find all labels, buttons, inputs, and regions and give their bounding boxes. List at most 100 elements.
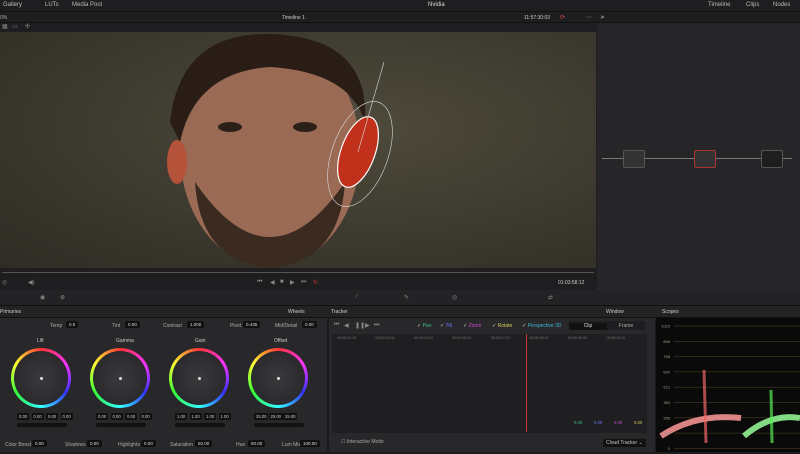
loop-icon[interactable]: ⟳: [560, 14, 565, 21]
wheel-value[interactable]: 1.00: [189, 413, 202, 420]
track-zoom-checkbox[interactable]: ✓ Zoom: [463, 323, 481, 329]
palette-toolbar: ◉ ⊕ ∕ ✎ ◎ ⇄: [0, 290, 800, 306]
track-back-start-icon[interactable]: ⏮: [334, 322, 339, 329]
pause-icon[interactable]: ❚❚: [355, 322, 365, 329]
node-1[interactable]: [623, 150, 645, 168]
tracker-graph[interactable]: [332, 334, 647, 433]
tracker-mode[interactable]: Window: [606, 309, 624, 315]
grid-icon[interactable]: ▦: [2, 23, 8, 30]
wheel-value[interactable]: 1.00: [175, 413, 188, 420]
node-3[interactable]: [761, 150, 783, 168]
ruler-timecode: 00:00:28:17: [529, 336, 549, 340]
bottom-value[interactable]: 0.00: [32, 440, 47, 447]
wheel-value[interactable]: 1.00: [204, 413, 217, 420]
track-rotate-checkbox[interactable]: ✓ Rotate: [492, 323, 512, 329]
scrubber[interactable]: [2, 272, 594, 273]
key-icon[interactable]: ⇄: [548, 294, 553, 301]
track-pan-checkbox[interactable]: ✓ Pan: [417, 323, 432, 329]
node-2[interactable]: [694, 150, 716, 168]
clips-tab[interactable]: Clips: [746, 2, 759, 8]
image-icon[interactable]: ▭: [12, 23, 18, 30]
pointer-icon[interactable]: ➤: [600, 14, 605, 21]
go-start-icon[interactable]: ⏮: [257, 279, 262, 286]
adjust-value[interactable]: 0.0: [66, 321, 79, 328]
wheel-handle[interactable]: [119, 377, 122, 380]
primaries-mode[interactable]: Wheels: [288, 309, 305, 315]
cloud-tracker-dropdown[interactable]: Cloud Tracker ⌄: [603, 439, 646, 447]
timecode-top[interactable]: 11:57:30:03: [524, 15, 550, 21]
wheel-value[interactable]: 25.00: [268, 413, 283, 420]
wheel-value[interactable]: 0.00: [17, 413, 30, 420]
wheel-value[interactable]: 0.00: [60, 413, 73, 420]
wipe-icon[interactable]: ✣: [25, 23, 30, 30]
adjust-value[interactable]: 0.00: [302, 321, 317, 328]
wheel-value[interactable]: 1.00: [218, 413, 231, 420]
stop-icon[interactable]: ■: [280, 279, 284, 285]
bottom-value[interactable]: 0.00: [87, 440, 102, 447]
wheel-handle[interactable]: [277, 377, 280, 380]
qualifier-icon[interactable]: ✎: [404, 294, 409, 301]
tracker-palette-icon[interactable]: ◎: [452, 294, 457, 301]
tracker-value: 0.00: [574, 420, 583, 425]
luts-tab[interactable]: LUTs: [45, 2, 59, 8]
color-wheel-gain[interactable]: [169, 348, 229, 408]
master-wheel-slider[interactable]: [254, 423, 304, 427]
wheel-value[interactable]: 0.00: [46, 413, 59, 420]
view-options-icon[interactable]: ◎: [2, 279, 7, 286]
viewer-image[interactable]: [0, 32, 596, 268]
master-wheel-slider[interactable]: [175, 423, 225, 427]
play-icon[interactable]: ▶: [290, 279, 295, 286]
audio-icon[interactable]: ◀): [28, 279, 35, 286]
timeline-selector[interactable]: Timeline 1: [282, 15, 305, 21]
color-wheel-offset[interactable]: [248, 348, 308, 408]
interactive-mode-checkbox[interactable]: ☐ Interactive Mode: [341, 439, 384, 445]
adjust-value[interactable]: 1.000: [187, 321, 205, 328]
wheel-value[interactable]: 0.00: [31, 413, 44, 420]
adjust-value[interactable]: 0.00: [125, 321, 140, 328]
wheel-value[interactable]: 0.00: [96, 413, 109, 420]
color-wheel-lift[interactable]: [11, 348, 71, 408]
master-wheel-slider[interactable]: [96, 423, 146, 427]
scope-tick-label: 384: [663, 400, 670, 405]
primaries-panel: Temp 0.0 Tint 0.00 Contrast 1.000 Pivot 0.435 Mi…: [0, 318, 327, 452]
wheel-handle[interactable]: [40, 377, 43, 380]
track-tilt-checkbox[interactable]: ✓ Tilt: [440, 323, 452, 329]
frame-button[interactable]: Frame: [607, 323, 645, 329]
wheel-handle[interactable]: [198, 377, 201, 380]
go-end-icon[interactable]: ⏭: [301, 279, 306, 286]
track-forward-end-icon[interactable]: ⏭: [374, 322, 379, 329]
bottom-value[interactable]: 0.00: [141, 440, 156, 447]
adjust-label: Pivot: [230, 323, 242, 329]
track-forward-icon[interactable]: ▶: [365, 322, 370, 329]
wheel-value[interactable]: 25.00: [254, 413, 269, 420]
bottom-value[interactable]: 100.00: [300, 440, 320, 447]
track-perspective-3d-checkbox[interactable]: ✓ Perspective 3D: [522, 323, 562, 329]
curves-icon[interactable]: ∕: [356, 294, 357, 300]
adjust-value[interactable]: 0.435: [243, 321, 261, 328]
more-icon[interactable]: ⋯: [586, 14, 592, 21]
wheel-value[interactable]: 0.00: [125, 413, 138, 420]
wheel-value[interactable]: 0.00: [139, 413, 152, 420]
tracker-value: 0.00: [634, 420, 643, 425]
timeline-tab[interactable]: Timeline: [708, 2, 730, 8]
adjust-label: Contrast: [163, 323, 182, 329]
nodes-tab[interactable]: Nodes: [773, 2, 790, 8]
top-bar: Gallery LUTs Media Pool Nvidia Timeline …: [0, 0, 800, 12]
primaries-palette-icon[interactable]: ◉: [40, 294, 45, 301]
bottom-value[interactable]: 50.00: [248, 440, 266, 447]
track-back-icon[interactable]: ◀: [344, 322, 349, 329]
play-reverse-icon[interactable]: ◀: [270, 279, 275, 286]
wheel-value[interactable]: 0.00: [110, 413, 123, 420]
wheel-value[interactable]: 25.00: [283, 413, 298, 420]
gallery-tab[interactable]: Gallery: [3, 2, 22, 8]
color-wheel-gamma[interactable]: [90, 348, 150, 408]
loop-playback-icon[interactable]: ↻: [313, 279, 318, 286]
playhead[interactable]: [526, 334, 527, 432]
node-editor[interactable]: [597, 23, 800, 306]
media-pool-tab[interactable]: Media Pool: [72, 2, 102, 8]
zoom-level[interactable]: 0%: [0, 15, 7, 21]
clip-button[interactable]: Clip: [569, 323, 607, 330]
bottom-value[interactable]: 50.00: [195, 440, 213, 447]
master-wheel-slider[interactable]: [17, 423, 67, 427]
hdr-icon[interactable]: ⊕: [60, 294, 65, 301]
